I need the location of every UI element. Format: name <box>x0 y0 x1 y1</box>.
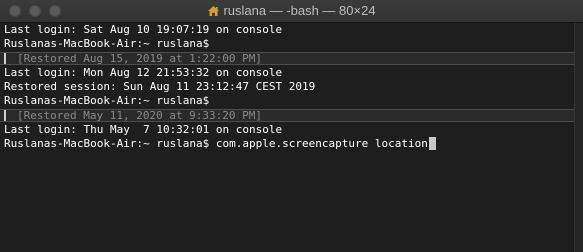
title-bar[interactable]: ruslana — -bash — 80×24 <box>0 0 583 23</box>
current-prompt-line[interactable]: Ruslanas-MacBook-Air:~ ruslana$ com.appl… <box>4 137 436 151</box>
output-line: Last login: Mon Aug 12 21:53:32 on conso… <box>4 66 283 79</box>
command-input[interactable]: com.apple.screencapture location <box>209 137 428 150</box>
terminal-content[interactable]: Last login: Sat Aug 10 19:07:19 on conso… <box>0 23 574 252</box>
restored-marker-pipe <box>4 110 6 121</box>
terminal-window: ruslana — -bash — 80×24 Last login: Sat … <box>0 0 583 252</box>
window-title-container: ruslana — -bash — 80×24 <box>0 0 583 22</box>
prompt-line: Ruslanas-MacBook-Air:~ ruslana$ <box>4 37 210 50</box>
restored-marker: [Restored Aug 15, 2019 at 1:22:00 PM] <box>0 52 574 65</box>
restored-marker-text: [Restored May 11, 2020 at 9:33:20 PM] <box>17 109 263 122</box>
restored-marker: [Restored May 11, 2020 at 9:33:20 PM] <box>0 109 574 122</box>
output-line: Last login: Sat Aug 10 19:07:19 on conso… <box>4 23 283 36</box>
prompt: Ruslanas-MacBook-Air:~ ruslana$ <box>4 137 210 150</box>
window-title: ruslana — -bash — 80×24 <box>223 3 376 18</box>
output-line: Last login: Thu May 7 10:32:01 on consol… <box>4 123 283 136</box>
prompt-line: Ruslanas-MacBook-Air:~ ruslana$ <box>4 94 210 107</box>
home-icon <box>207 2 220 24</box>
text-cursor <box>428 137 436 150</box>
scrollbar-track[interactable] <box>574 23 583 252</box>
restored-marker-text: [Restored Aug 15, 2019 at 1:22:00 PM] <box>17 52 263 65</box>
output-line: Restored session: Sun Aug 11 23:12:47 CE… <box>4 80 316 93</box>
restored-marker-pipe <box>4 53 6 64</box>
